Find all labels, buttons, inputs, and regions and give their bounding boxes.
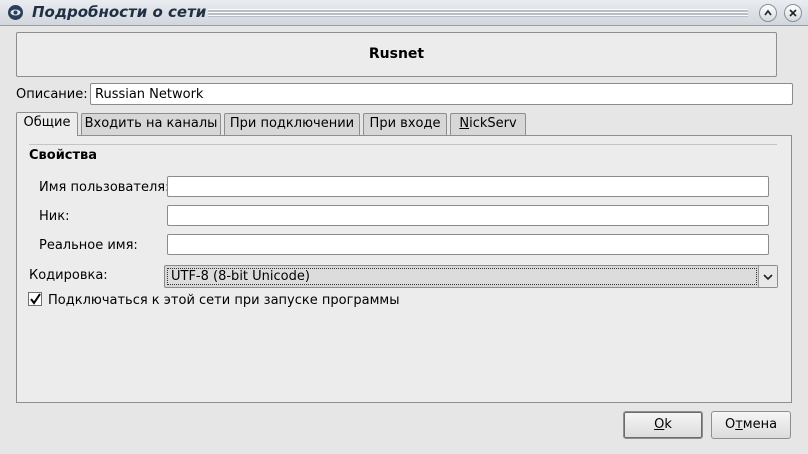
window-title: Подробности о сети [32, 3, 207, 21]
close-button[interactable] [784, 4, 802, 22]
realname-label: Реальное имя: [39, 238, 138, 253]
description-label: Описание: [16, 87, 88, 102]
checkmark-icon [30, 293, 41, 305]
nick-label: Ник: [39, 209, 70, 224]
app-icon[interactable] [7, 4, 24, 21]
minimize-button[interactable] [759, 4, 777, 22]
username-input[interactable] [167, 176, 769, 197]
nick-input[interactable] [167, 205, 769, 226]
title-bar-decoration [208, 9, 748, 17]
close-icon [789, 9, 797, 17]
tab-on-connect[interactable]: При подключении [224, 113, 360, 135]
autoconnect-label: Подключаться к этой сети при запуске про… [48, 293, 400, 308]
encoding-dropdown-arrow[interactable] [758, 266, 777, 287]
autoconnect-checkbox[interactable] [28, 292, 42, 306]
ok-button-label: Ok [654, 417, 672, 432]
encoding-label: Кодировка: [29, 268, 108, 283]
tab-join-channels[interactable]: Входить на каналы [81, 113, 221, 135]
cancel-button-label: Отмена [724, 417, 778, 432]
title-bar[interactable]: Подробности о сети [0, 0, 808, 26]
username-label: Имя пользователя: [39, 180, 170, 195]
properties-heading: Свойства [29, 148, 98, 163]
tab-nickserv-label: NickServ [459, 116, 517, 131]
encoding-value: UTF-8 (8-bit Unicode) [167, 268, 757, 285]
network-name: Rusnet [16, 32, 777, 77]
ok-button[interactable]: Ok [623, 411, 703, 439]
encoding-select[interactable]: UTF-8 (8-bit Unicode) [164, 265, 778, 288]
realname-input[interactable] [167, 234, 769, 255]
tab-on-login[interactable]: При входе [363, 113, 447, 135]
cancel-button[interactable]: Отмена [711, 411, 791, 439]
network-details-dialog: Rusnet Описание: Общие Входить на каналы… [0, 26, 808, 454]
chevron-down-icon [763, 274, 773, 281]
chevron-up-icon [764, 9, 772, 16]
description-input[interactable] [90, 83, 793, 105]
tab-general[interactable]: Общие [16, 112, 78, 136]
tab-nickserv[interactable]: NickServ [450, 113, 526, 135]
